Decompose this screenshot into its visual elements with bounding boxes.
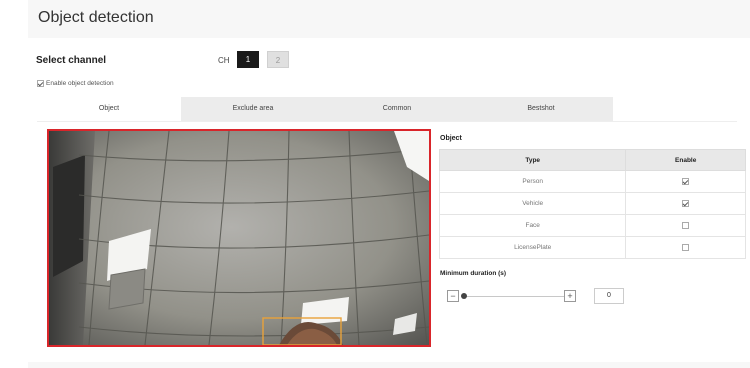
minimum-duration-label: Minimum duration (s) [440,270,507,277]
table-row: LicensePlate [438,236,746,259]
table-header-row: Type Enable [438,149,746,171]
select-channel-label: Select channel [36,55,107,66]
slider-track[interactable] [462,296,570,297]
object-type-licenseplate: LicensePlate [438,236,627,259]
object-table: Type Enable Person Vehicle Face LicenseP… [438,149,746,259]
object-panel-title: Object [440,135,462,142]
enable-detection-checkbox[interactable] [37,80,44,87]
channel-1-button[interactable]: 1 [237,51,259,68]
enable-vehicle-checkbox[interactable] [682,200,690,207]
slider-thumb[interactable] [461,293,467,299]
duration-input[interactable]: 0 [594,288,624,304]
ceiling-scene [49,131,429,345]
object-type-vehicle: Vehicle [438,192,627,215]
enable-person-checkbox[interactable] [682,178,690,185]
channel-2-button[interactable]: 2 [267,51,289,68]
page-header: Object detection [28,4,750,36]
enable-face-checkbox[interactable] [682,222,690,229]
table-row: Person [438,170,746,193]
column-enable: Enable [625,149,746,171]
column-type: Type [438,149,627,171]
enable-cell [625,236,746,259]
enable-licenseplate-checkbox[interactable] [682,244,690,251]
tab-bestshot[interactable]: Bestshot [469,97,613,121]
object-type-face: Face [438,214,627,237]
decrease-button[interactable]: − [447,290,459,302]
object-type-person: Person [438,170,627,193]
enable-object-detection[interactable]: Enable object detection [37,80,114,87]
camera-preview[interactable] [47,129,431,347]
enable-cell [625,170,746,193]
table-row: Vehicle [438,192,746,215]
tab-bar: Object Exclude area Common Bestshot [37,97,613,121]
tab-object[interactable]: Object [37,97,181,121]
channel-prefix: CH [218,56,230,65]
increase-button[interactable]: + [564,290,576,302]
table-row: Face [438,214,746,237]
page-title: Object detection [38,9,154,26]
enable-cell [625,214,746,237]
enable-cell [625,192,746,215]
tab-divider [37,121,737,122]
enable-detection-label: Enable object detection [46,80,114,87]
tab-exclude-area[interactable]: Exclude area [181,97,325,121]
tab-common[interactable]: Common [325,97,469,121]
